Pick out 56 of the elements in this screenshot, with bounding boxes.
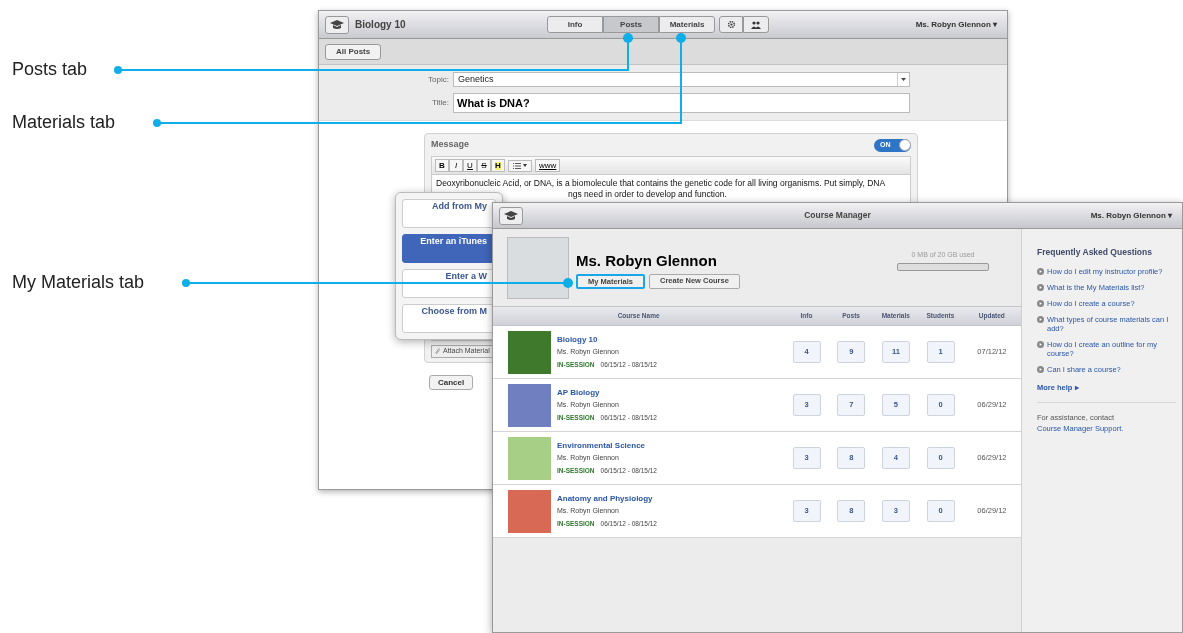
play-circle-icon: [1037, 365, 1044, 373]
user-menu[interactable]: Ms. Robyn Glennon ▾: [915, 18, 1001, 31]
field-label: Title:: [430, 97, 450, 109]
popover-option[interactable]: Add from My: [402, 199, 496, 228]
back-button[interactable]: All Posts: [325, 43, 382, 60]
play-circle-icon: [1037, 315, 1044, 323]
course-name[interactable]: Anatomy and Physiology: [557, 493, 657, 506]
play-circle-icon: [1037, 267, 1044, 275]
settings-button[interactable]: [719, 16, 743, 33]
people-button[interactable]: [743, 16, 769, 33]
photo-placeholder: [508, 489, 551, 533]
faq-title: Frequently Asked Questions: [1037, 246, 1153, 259]
message-label: Message: [431, 138, 470, 152]
settings-icon: [726, 20, 736, 29]
window-title: Course Manager: [804, 209, 871, 222]
format-button[interactable]: H: [491, 159, 505, 172]
format-button[interactable]: U: [463, 159, 477, 172]
profile-name: Ms. Robyn Glennon: [576, 252, 718, 268]
home-button[interactable]: [499, 206, 523, 225]
course-title: Biology 10: [355, 18, 406, 32]
play-circle-icon: [1037, 299, 1044, 307]
photo-placeholder: [508, 330, 551, 374]
format-button[interactable]: I: [449, 159, 463, 172]
cancel-button[interactable]: Cancel: [429, 375, 474, 390]
callout-label: Materials tab: [12, 113, 116, 131]
callout-label: My Materials tab: [12, 273, 145, 291]
list-button[interactable]: [508, 159, 532, 172]
course-name[interactable]: Environmental Science: [557, 440, 657, 453]
home-button[interactable]: [325, 15, 349, 34]
caret-icon: [901, 78, 906, 81]
play-circle-icon: [1037, 340, 1044, 348]
tab[interactable]: Info: [547, 16, 603, 33]
link-button[interactable]: www: [535, 159, 561, 172]
field-label: Topic:: [427, 73, 450, 86]
format-button[interactable]: S: [477, 159, 491, 172]
user-menu[interactable]: Ms. Robyn Glennon ▾: [1090, 209, 1176, 222]
people-icon: [750, 20, 762, 29]
course-name[interactable]: AP Biology: [557, 387, 657, 400]
caret-icon: [523, 164, 527, 167]
photo-placeholder: [507, 236, 569, 299]
paperclip-icon: [435, 348, 441, 355]
message-text: ngs need in order to develop and function.: [568, 189, 727, 199]
list-icon: [513, 162, 521, 169]
play-circle-icon: [1037, 283, 1044, 291]
photo-placeholder: [508, 383, 551, 427]
topic-select[interactable]: Genetics: [453, 72, 910, 87]
format-button[interactable]: B: [435, 159, 449, 172]
photo-placeholder: [508, 436, 551, 480]
title-input[interactable]: What is DNA?: [453, 93, 910, 113]
graduation-cap-icon: [504, 210, 518, 221]
callout-label: Posts tab: [12, 60, 88, 78]
tab[interactable]: Materials: [659, 16, 715, 33]
tab[interactable]: Posts: [603, 16, 659, 33]
course-name[interactable]: Biology 10: [557, 334, 657, 347]
graduation-cap-icon: [330, 19, 344, 30]
message-text: Deoxyribonucleic Acid, or DNA, is a biomolecule that contains the genetic code for all living organisms. Put simply, DNA: [436, 178, 887, 189]
